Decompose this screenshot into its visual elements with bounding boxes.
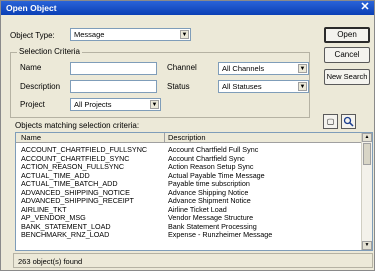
table-row[interactable]: ADVANCED_SHIPPING_NOTICE Advance Shipping… bbox=[16, 188, 362, 197]
selection-criteria-legend: Selection Criteria bbox=[17, 47, 82, 56]
name-input[interactable] bbox=[70, 62, 157, 75]
list-caption: Objects matching selection criteria: bbox=[15, 121, 140, 130]
chevron-down-icon: ▼ bbox=[180, 30, 189, 39]
table-row[interactable]: ADVANCED_SHIPPING_RECEIPT Advance Shipmen… bbox=[16, 196, 362, 205]
table-row[interactable]: BANK_STATEMENT_LOAD Bank Statement Proces… bbox=[16, 222, 362, 231]
search-icon[interactable] bbox=[341, 114, 356, 129]
object-type-select[interactable]: Message ▼ bbox=[70, 28, 191, 41]
column-header-description[interactable]: Description bbox=[168, 133, 206, 142]
close-icon[interactable]: ✕ bbox=[359, 1, 371, 14]
table-row[interactable]: AP_VENDOR_MSG Vendor Message Structure bbox=[16, 213, 362, 222]
column-header-name[interactable]: Name bbox=[21, 133, 41, 142]
table-row[interactable]: AIRLINE_TKT Airline Ticket Load bbox=[16, 205, 362, 214]
title-bar: Open Object ✕ bbox=[1, 1, 374, 15]
object-count: 263 object(s) found bbox=[18, 257, 83, 266]
view-icon[interactable]: ▢ bbox=[323, 114, 338, 129]
object-type-value: Message bbox=[74, 30, 105, 39]
list-header: Name Description bbox=[16, 133, 362, 143]
description-input[interactable] bbox=[70, 80, 157, 93]
table-row[interactable]: ACCOUNT_CHARTFIELD_SYNC Account Chartfiel… bbox=[16, 154, 362, 163]
status-label: Status bbox=[167, 82, 190, 91]
project-value: All Projects bbox=[74, 100, 112, 109]
scroll-down-icon[interactable]: ▼ bbox=[362, 241, 372, 250]
list-rows: ACCOUNT_CHARTFIELD_FULLSYNC Account Chart… bbox=[16, 145, 362, 239]
open-button[interactable]: Open bbox=[324, 27, 370, 43]
name-label: Name bbox=[20, 63, 42, 72]
channel-label: Channel bbox=[167, 63, 197, 72]
description-label: Description bbox=[20, 82, 61, 91]
channel-value: All Channels bbox=[222, 64, 265, 73]
project-select[interactable]: All Projects ▼ bbox=[70, 98, 161, 111]
table-row[interactable]: ACTUAL_TIME_ADD Actual Payable Time Messa… bbox=[16, 171, 362, 180]
status-select[interactable]: All Statuses ▼ bbox=[218, 80, 309, 93]
scroll-up-icon[interactable]: ▲ bbox=[362, 133, 372, 142]
chevron-down-icon: ▼ bbox=[298, 82, 307, 91]
results-list[interactable]: Name Description ACCOUNT_CHARTFIELD_FULL… bbox=[15, 132, 373, 251]
status-value: All Statuses bbox=[222, 82, 262, 91]
status-bar: 263 object(s) found bbox=[13, 253, 373, 268]
row-description: Expense - Runzheimer Message bbox=[168, 230, 273, 239]
new-search-button[interactable]: New Search bbox=[324, 69, 370, 85]
chevron-down-icon: ▼ bbox=[150, 100, 159, 109]
channel-select[interactable]: All Channels ▼ bbox=[218, 62, 309, 75]
project-label: Project bbox=[20, 100, 45, 109]
vertical-scrollbar[interactable]: ▲ ▼ bbox=[361, 133, 372, 250]
scroll-thumb[interactable] bbox=[363, 143, 371, 165]
open-object-dialog: Open Object ✕ Object Type: Message ▼ Ope… bbox=[0, 0, 375, 271]
table-row[interactable]: ACCOUNT_CHARTFIELD_FULLSYNC Account Chart… bbox=[16, 145, 362, 154]
table-row[interactable]: BENCHMARK_RNZ_LOAD Expense - Runzheimer M… bbox=[16, 230, 362, 239]
object-type-label: Object Type: bbox=[10, 31, 55, 40]
cancel-button[interactable]: Cancel bbox=[324, 47, 370, 63]
table-row[interactable]: ACTUAL_TIME_BATCH_ADD Payable time subscr… bbox=[16, 179, 362, 188]
row-name: BENCHMARK_RNZ_LOAD bbox=[21, 230, 110, 239]
table-row[interactable]: ACTION_REASON_FULLSYNC Action Reason Setu… bbox=[16, 162, 362, 171]
window-title: Open Object bbox=[6, 3, 57, 13]
chevron-down-icon: ▼ bbox=[298, 64, 307, 73]
